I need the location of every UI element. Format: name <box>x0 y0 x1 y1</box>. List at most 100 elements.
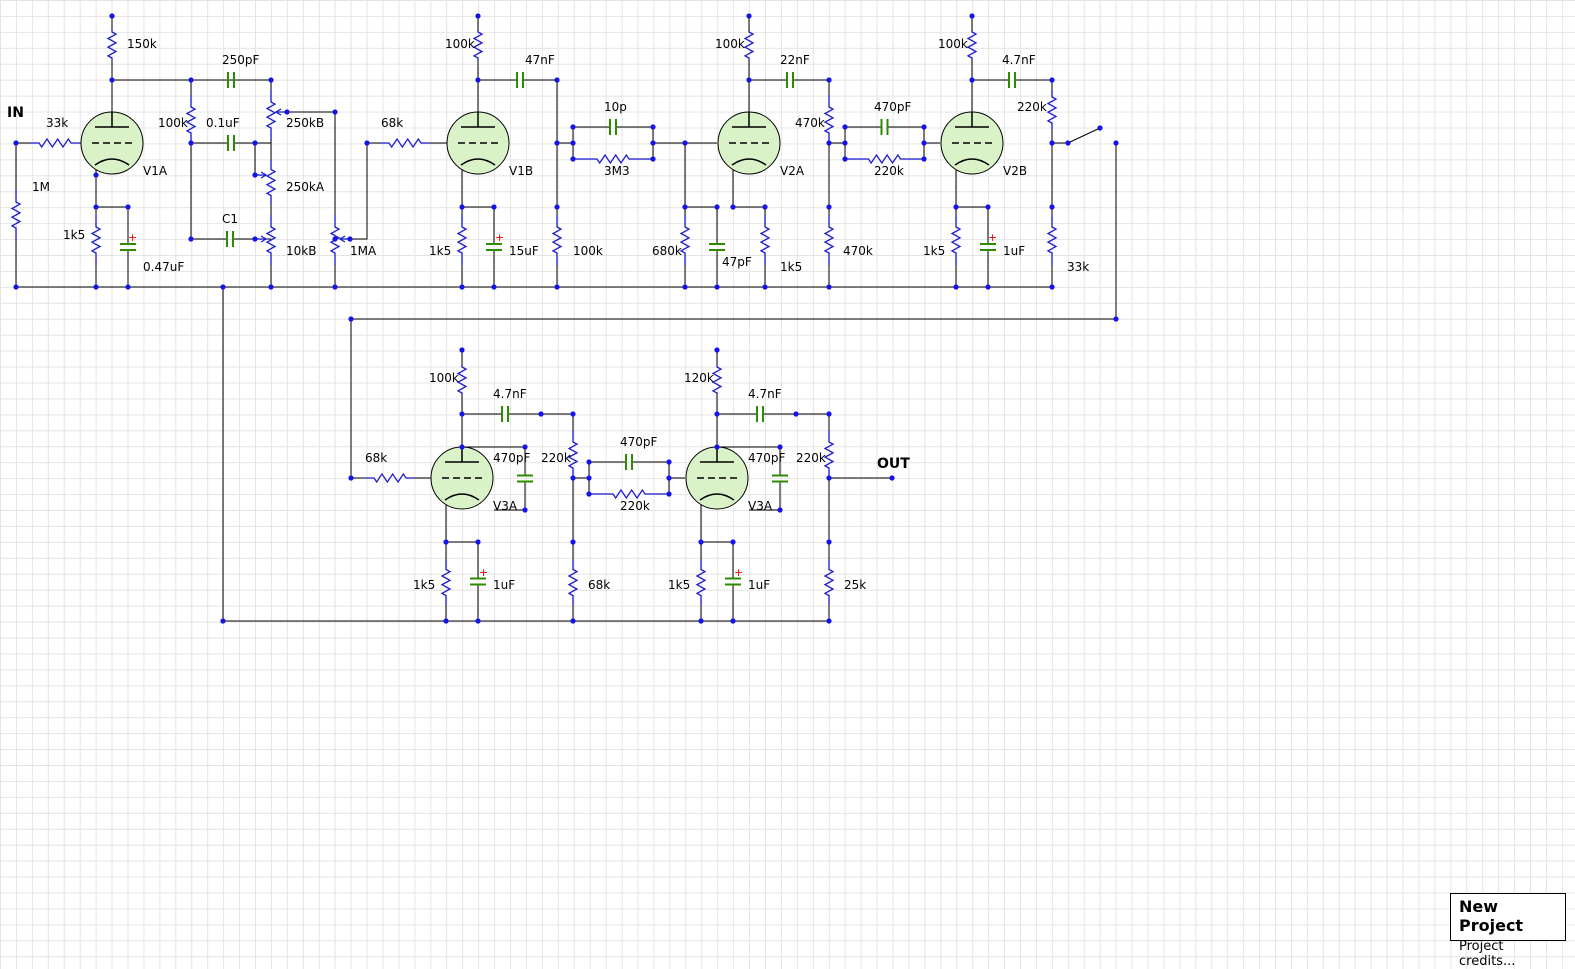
junction-node <box>793 411 799 417</box>
resistor-680k-label: 680k <box>652 244 682 258</box>
wires <box>15 16 1117 622</box>
junction-node <box>93 204 99 210</box>
junction-node <box>650 124 656 130</box>
resistor-120k-label: 120k <box>684 371 714 385</box>
junction-node <box>109 13 115 19</box>
junction-node <box>1049 284 1055 290</box>
cap-1uF-v3a1-label: 1uF <box>493 578 515 592</box>
junction-node <box>985 284 991 290</box>
resistor <box>106 30 118 60</box>
junction-node <box>459 284 465 290</box>
resistor-33k-in-label: 33k <box>46 116 68 130</box>
resistor-1k5-v3a2-label: 1k5 <box>668 578 690 592</box>
junction-node <box>777 444 783 450</box>
junction-node <box>826 140 832 146</box>
resistor-3M3-label: 3M3 <box>604 164 630 178</box>
resistor-220k-b-label: 220k <box>1017 100 1047 114</box>
junction-node <box>746 77 752 83</box>
triode-tube <box>80 111 144 175</box>
junction-node <box>491 284 497 290</box>
cap-0.1uF-label: 0.1uF <box>206 116 240 130</box>
resistor-25k-label: 25k <box>844 578 866 592</box>
junction-node <box>252 236 258 242</box>
junction-node <box>554 284 560 290</box>
resistor-body <box>456 365 468 395</box>
resistor <box>823 95 835 145</box>
junction-node <box>714 204 720 210</box>
resistor <box>1046 90 1058 130</box>
junction-node <box>475 77 481 83</box>
junction-node <box>570 475 576 481</box>
resistor-body <box>1046 90 1058 130</box>
resistor <box>823 215 835 265</box>
resistor <box>365 472 415 484</box>
junction-node <box>459 411 465 417</box>
resistor <box>456 365 468 395</box>
junction-node <box>682 204 688 210</box>
junction-node <box>698 539 704 545</box>
pot-middle-label: 10kB <box>286 244 316 258</box>
junction-node <box>842 140 848 146</box>
resistor <box>30 137 80 149</box>
resistor-1k5-v1b-label: 1k5 <box>429 244 451 258</box>
junction-node <box>714 347 720 353</box>
resistor-body <box>456 215 468 265</box>
junction-node <box>554 140 560 146</box>
resistor <box>573 153 653 165</box>
resistor-1k5-v2b-label: 1k5 <box>923 244 945 258</box>
junction-node <box>953 204 959 210</box>
junction-node <box>969 13 975 19</box>
resistor <box>185 95 197 145</box>
resistor <box>567 560 579 605</box>
resistor-100k-v3a1-plate-label: 100k <box>429 371 459 385</box>
resistor <box>265 160 277 205</box>
junction-node <box>826 539 832 545</box>
junction-node <box>826 411 832 417</box>
junction-node <box>1113 316 1119 322</box>
junction-node <box>826 475 832 481</box>
triode-tube <box>685 446 749 510</box>
resistor-100k-v2a-plate-label: 100k <box>715 37 745 51</box>
schematic-canvas: IN OUT 150k 250pF 33k 100k 0.1uF 250kB 2… <box>7 13 1119 624</box>
junction-node <box>475 13 481 19</box>
resistor <box>711 365 723 395</box>
junction-node <box>554 204 560 210</box>
wire <box>810 79 830 95</box>
resistor <box>10 190 22 240</box>
junction-node <box>443 539 449 545</box>
cap-4.7nF-v3a2-label: 4.7nF <box>748 387 782 401</box>
junction-node <box>714 411 720 417</box>
junction-node <box>475 539 481 545</box>
junction-node <box>348 316 354 322</box>
resistor-body <box>823 430 835 480</box>
title-block[interactable]: New Project Project credits... <box>1450 893 1566 969</box>
resistor-33k-b-label: 33k <box>1067 260 1089 274</box>
junction-node <box>347 236 353 242</box>
resistor-body <box>823 215 835 265</box>
junction-node <box>1049 140 1055 146</box>
junction-node <box>586 475 592 481</box>
junction-node <box>921 124 927 130</box>
cap-22nF-label: 22nF <box>780 53 810 67</box>
junction-node <box>93 284 99 290</box>
junction-node <box>522 444 528 450</box>
resistor-body <box>90 215 102 265</box>
resistor-1k5-v1a-label: 1k5 <box>63 228 85 242</box>
resistor-body <box>966 30 978 60</box>
resistor-body <box>265 160 277 205</box>
junction-node <box>475 618 481 624</box>
resistor-1k5-v3a1-label: 1k5 <box>413 578 435 592</box>
junction-node <box>730 618 736 624</box>
junction-node <box>570 539 576 545</box>
resistor <box>845 153 924 165</box>
tube-v2a-label: V2A <box>780 164 805 178</box>
junction-node <box>730 204 736 210</box>
resistor-100k-grid-label: 100k <box>573 244 603 258</box>
junction-node <box>746 13 752 19</box>
resistor-body <box>472 30 484 60</box>
resistor-body <box>265 90 277 140</box>
tubes <box>80 111 1004 510</box>
switch-lever <box>1067 127 1101 144</box>
junction-node <box>1065 140 1071 146</box>
junction-node <box>714 284 720 290</box>
